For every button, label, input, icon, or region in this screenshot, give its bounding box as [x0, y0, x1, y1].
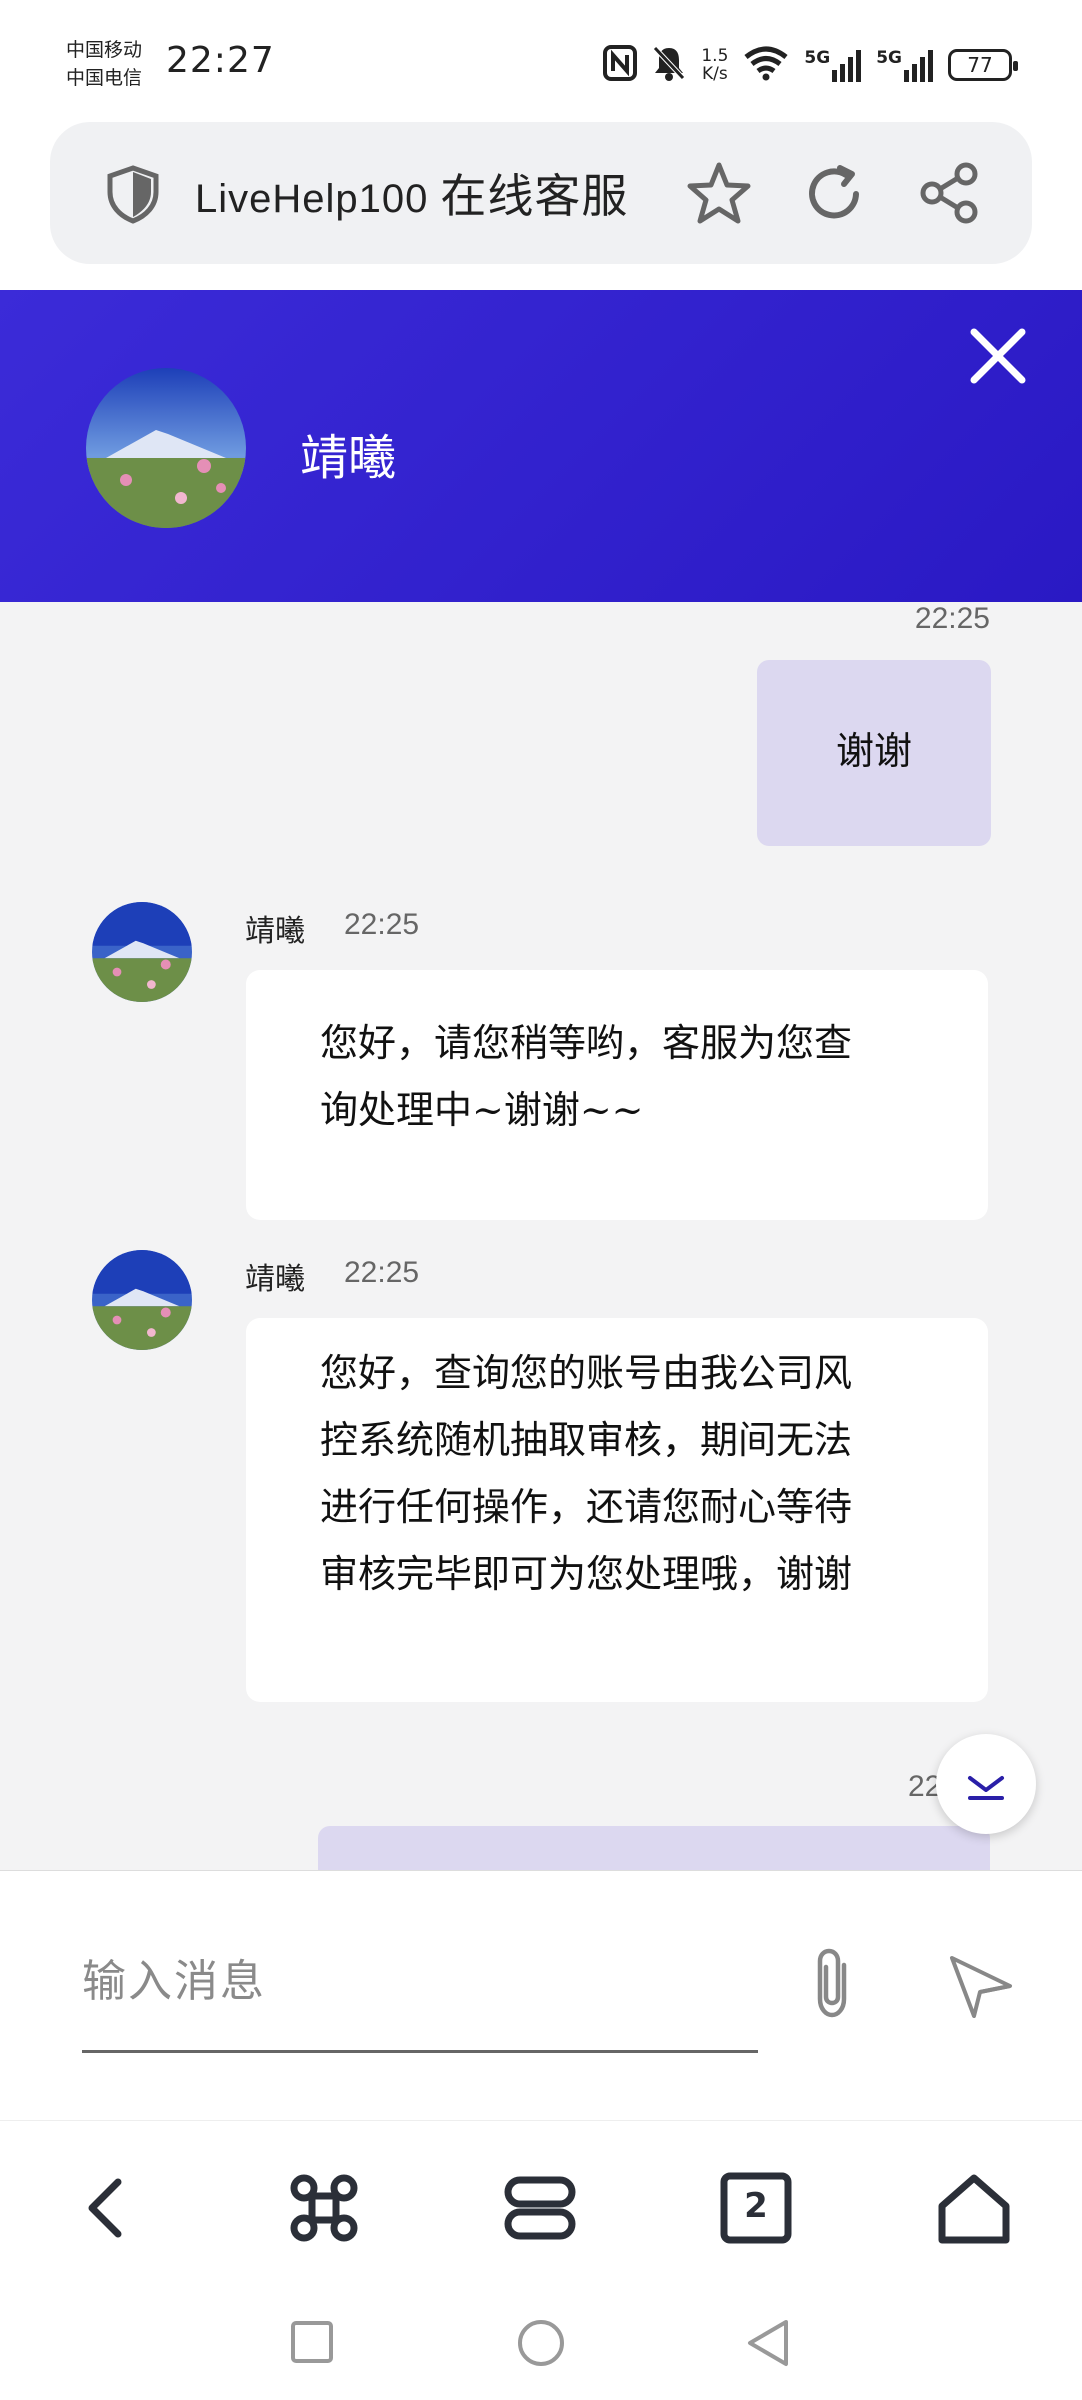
wifi-icon	[742, 45, 790, 85]
signal-bars-icon	[904, 50, 933, 82]
tabs-button[interactable]: 2	[716, 2168, 796, 2248]
agent-avatar	[92, 902, 192, 1002]
scroll-to-bottom-button[interactable]	[936, 1734, 1036, 1834]
site-label: 在线客服	[440, 169, 629, 223]
square-icon	[291, 2321, 333, 2363]
home-icon	[938, 2174, 1010, 2244]
mute-bell-icon	[651, 44, 687, 86]
sender-name: 靖曦	[245, 914, 305, 949]
tab-count: 2	[744, 2186, 768, 2226]
message-time: 22:25	[344, 908, 420, 941]
signal-1: 5G	[804, 48, 862, 82]
message-time: 22:25	[344, 1256, 420, 1289]
paperclip-icon	[817, 1948, 847, 2018]
refresh-icon[interactable]	[802, 162, 866, 230]
agent-name: 靖曦	[300, 430, 397, 486]
message-text: 您好，请您稍等哟，客服为您查 询处理中~谢谢~~	[320, 1021, 853, 1132]
nfc-icon	[603, 45, 638, 85]
outgoing-message	[318, 1826, 990, 1870]
agent-avatar	[92, 1250, 192, 1350]
signal-bars-icon	[832, 50, 862, 82]
incoming-message: 您好，请您稍等哟，客服为您查 询处理中~谢谢~~	[246, 970, 988, 1220]
attach-button[interactable]	[800, 1945, 864, 2021]
carrier-1: 中国移动	[66, 39, 143, 61]
outgoing-message: 谢谢	[757, 660, 991, 846]
carrier-2: 中国电信	[66, 67, 143, 89]
message-input[interactable]: 输入消息	[82, 1945, 266, 2009]
send-icon	[950, 1956, 1012, 2018]
message-text: 您好，查询您的账号由我公司风 控系统随机抽取审核，期间无法 进行任何操作，还请您…	[320, 1351, 853, 1596]
message-time: 22:25	[914, 602, 990, 635]
home-system-button[interactable]	[516, 2318, 566, 2372]
home-button[interactable]	[934, 2168, 1014, 2248]
chevron-down-icon	[968, 1776, 1004, 1800]
status-time: 22:27	[166, 40, 275, 81]
menu-icon	[504, 2176, 576, 2240]
circle-icon	[518, 2320, 564, 2366]
carrier-labels: 中国移动 中国电信	[66, 36, 142, 92]
command-icon	[290, 2174, 358, 2242]
close-icon	[970, 328, 1026, 384]
site-name: LiveHelp100	[195, 177, 429, 221]
battery-indicator: 77	[948, 49, 1018, 81]
sender-name: 靖曦	[245, 1262, 305, 1297]
triangle-back-icon	[748, 2320, 788, 2366]
signal-2: 5G	[876, 48, 934, 82]
input-underline	[82, 2050, 758, 2053]
status-icons: 1.5 K/s 5G 5G 77	[603, 42, 1018, 88]
recent-apps-button[interactable]	[290, 2320, 334, 2368]
incoming-message: 您好，查询您的账号由我公司风 控系统随机抽取审核，期间无法 进行任何操作，还请您…	[246, 1318, 988, 1702]
share-icon[interactable]	[916, 160, 982, 230]
star-icon[interactable]	[685, 160, 753, 230]
chevron-left-icon	[88, 2178, 122, 2238]
send-button[interactable]	[946, 1950, 1016, 2020]
message-list[interactable]: 22:25 谢谢 靖曦 22:25 您好，请您稍等哟，客服为您查 询处理中~谢谢…	[0, 602, 1082, 1870]
back-button[interactable]	[68, 2168, 148, 2248]
message-text: 谢谢	[835, 729, 912, 773]
network-speed: 1.5 K/s	[701, 46, 729, 84]
agent-avatar	[86, 368, 246, 528]
site-title[interactable]: LiveHelp100 在线客服	[195, 160, 628, 226]
shield-icon[interactable]	[104, 164, 162, 228]
back-system-button[interactable]	[744, 2318, 792, 2372]
features-button[interactable]	[284, 2168, 364, 2248]
close-chat-button[interactable]	[966, 324, 1030, 388]
menu-button[interactable]	[500, 2168, 580, 2248]
